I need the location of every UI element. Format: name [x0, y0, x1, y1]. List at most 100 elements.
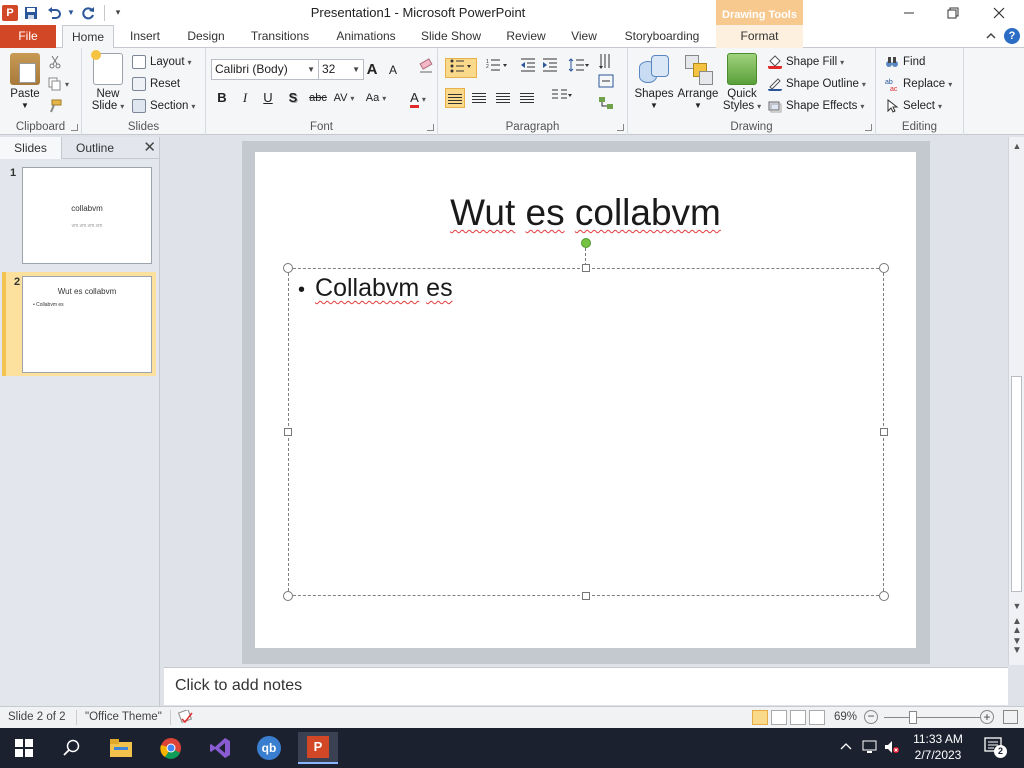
text-shadow-button[interactable]: S — [283, 88, 303, 108]
shrink-font-button[interactable]: A — [383, 60, 403, 80]
resize-handle-top-left[interactable] — [283, 263, 293, 273]
tab-transitions[interactable]: Transitions — [246, 25, 314, 48]
network-icon[interactable] — [862, 740, 878, 757]
zoom-level[interactable]: 69% — [834, 711, 857, 723]
tab-outline[interactable]: Outline — [64, 137, 126, 159]
tab-design[interactable]: Design — [180, 25, 232, 48]
copy-button[interactable]: ▾ — [48, 74, 69, 94]
tab-slides[interactable]: Slides — [0, 137, 62, 159]
chrome-icon[interactable] — [151, 732, 191, 764]
spelling-check-icon[interactable] — [177, 708, 194, 727]
theme-name[interactable]: "Office Theme" — [85, 711, 162, 723]
font-name-combo[interactable]: Calibri (Body) ▼ — [211, 59, 319, 80]
next-slide-icon[interactable]: ▼ ▼ — [1009, 637, 1024, 656]
drawing-launcher-icon[interactable] — [865, 124, 872, 131]
powerpoint-icon[interactable]: P — [298, 732, 338, 764]
scroll-down-icon[interactable]: ▼ — [1009, 601, 1024, 611]
tab-format[interactable]: Format — [716, 25, 803, 48]
fit-to-window-icon[interactable] — [1003, 710, 1018, 724]
clipboard-launcher-icon[interactable] — [71, 124, 78, 131]
slide-show-view-button[interactable] — [809, 710, 825, 725]
shape-fill-button[interactable]: Shape Fill ▾ — [768, 52, 844, 72]
resize-handle-top[interactable] — [582, 264, 590, 272]
resize-handle-right[interactable] — [880, 428, 888, 436]
content-placeholder[interactable] — [288, 268, 884, 596]
align-center-button[interactable] — [469, 88, 489, 108]
slide-thumbnail-1[interactable]: 1 collabvm vm.vm.vm.vm — [2, 163, 156, 267]
zoom-in-icon[interactable]: + — [980, 710, 994, 724]
reset-button[interactable]: Reset — [132, 74, 180, 94]
bullets-button[interactable] — [445, 58, 477, 78]
notes-pane[interactable]: Click to add notes — [164, 667, 1008, 705]
line-spacing-button[interactable] — [566, 58, 592, 78]
resize-handle-bottom-left[interactable] — [283, 591, 293, 601]
visual-studio-icon[interactable] — [200, 732, 240, 764]
minimize-ribbon-icon[interactable] — [985, 30, 997, 45]
font-size-combo[interactable]: 32 ▼ — [318, 59, 364, 80]
zoom-slider-track[interactable] — [884, 717, 980, 718]
reading-view-button[interactable] — [790, 710, 806, 725]
replace-button[interactable]: ab ac Replace ▾ — [885, 74, 952, 94]
slide-sorter-view-button[interactable] — [771, 710, 787, 725]
select-button[interactable]: Select ▾ — [885, 96, 942, 116]
system-clock[interactable]: 11:33 AM 2/7/2023 — [902, 731, 974, 763]
section-button[interactable]: Section ▾ — [132, 96, 195, 116]
resize-handle-top-right[interactable] — [879, 263, 889, 273]
resize-handle-bottom[interactable] — [582, 592, 590, 600]
tab-file[interactable]: File — [0, 25, 56, 48]
volume-muted-icon[interactable] — [884, 740, 900, 757]
tab-insert[interactable]: Insert — [122, 25, 168, 48]
show-hidden-icons-icon[interactable] — [840, 740, 852, 754]
tab-review[interactable]: Review — [501, 25, 551, 48]
align-left-button[interactable] — [445, 88, 465, 108]
help-icon[interactable]: ? — [1004, 28, 1020, 44]
close-button[interactable] — [976, 0, 1022, 25]
qbittorrent-icon[interactable]: qb — [249, 732, 289, 764]
slide-bullet[interactable]: • Collabvm es — [298, 274, 453, 303]
strikethrough-button[interactable]: abc — [306, 88, 330, 108]
maximize-button[interactable] — [930, 0, 976, 25]
align-text-button[interactable] — [596, 74, 622, 94]
slide-thumbnail-2[interactable]: 2 Wut es collabvm • Collabvm es — [2, 272, 156, 376]
slide-title[interactable]: Wut es collabvm — [255, 192, 916, 234]
zoom-slider-knob[interactable] — [909, 711, 917, 724]
tab-home[interactable]: Home — [62, 25, 114, 49]
font-name-dropdown-icon[interactable]: ▼ — [307, 60, 315, 79]
arrange-button[interactable]: Arrange ▼ — [676, 53, 720, 112]
tab-animations[interactable]: Animations — [330, 25, 402, 48]
font-launcher-icon[interactable] — [427, 124, 434, 131]
justify-button[interactable] — [517, 88, 537, 108]
cut-button[interactable] — [48, 52, 62, 72]
italic-button[interactable]: I — [235, 88, 255, 108]
numbering-button[interactable]: 12 — [483, 58, 511, 78]
font-color-button[interactable]: A ▾ — [402, 88, 434, 108]
clear-formatting-button[interactable] — [416, 58, 436, 78]
tab-slide-show[interactable]: Slide Show — [416, 25, 486, 48]
font-size-dropdown-icon[interactable]: ▼ — [352, 60, 360, 79]
columns-button[interactable] — [548, 88, 576, 108]
windows-start-icon[interactable] — [4, 732, 44, 764]
underline-button[interactable]: U — [258, 88, 278, 108]
paragraph-launcher-icon[interactable] — [617, 124, 624, 131]
minimize-button[interactable] — [886, 0, 932, 25]
shape-outline-button[interactable]: Shape Outline ▾ — [768, 74, 866, 94]
notification-center-icon[interactable]: 2 — [984, 736, 1007, 759]
zoom-out-icon[interactable]: − — [864, 710, 878, 724]
quick-styles-button[interactable]: Quick Styles ▾ — [722, 53, 762, 113]
find-button[interactable]: Find — [885, 52, 925, 72]
scrollbar-thumb[interactable] — [1011, 376, 1022, 592]
bold-button[interactable]: B — [212, 88, 232, 108]
layout-button[interactable]: Layout ▾ — [132, 52, 192, 72]
file-explorer-icon[interactable] — [101, 732, 141, 764]
resize-handle-bottom-right[interactable] — [879, 591, 889, 601]
increase-indent-button[interactable] — [540, 58, 560, 78]
grow-font-button[interactable]: A — [362, 60, 382, 80]
tab-storyboarding[interactable]: Storyboarding — [618, 25, 706, 48]
shapes-button[interactable]: Shapes ▼ — [634, 53, 674, 112]
tab-view[interactable]: View — [563, 25, 605, 48]
search-icon[interactable] — [52, 732, 92, 764]
normal-view-button[interactable] — [752, 710, 768, 725]
convert-to-smartart-button[interactable] — [596, 96, 622, 116]
paste-button[interactable]: Paste ▼ — [6, 53, 44, 112]
text-direction-button[interactable] — [596, 52, 622, 72]
